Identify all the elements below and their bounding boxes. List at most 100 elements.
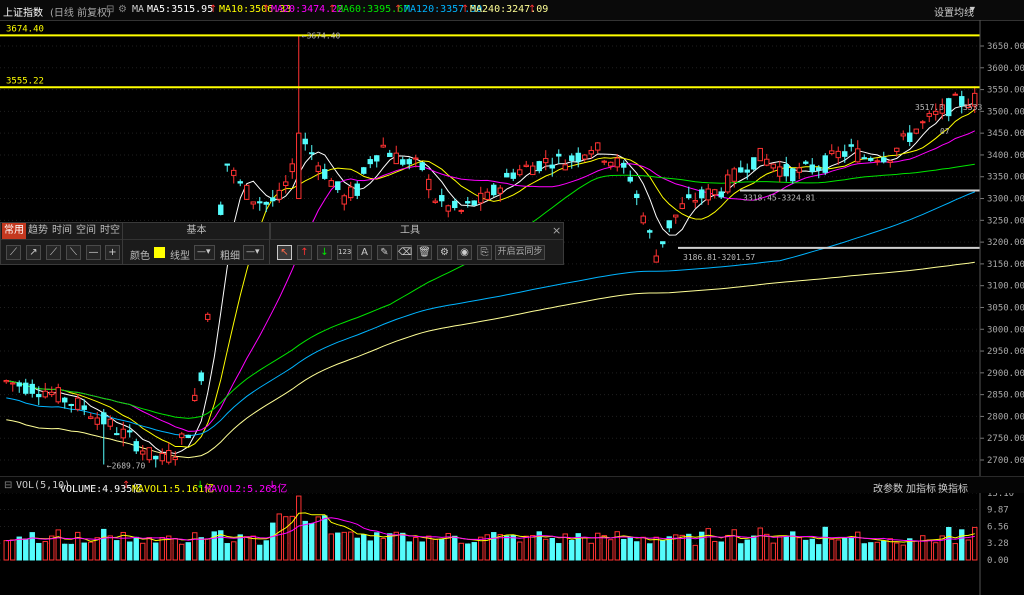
tab-common[interactable]: 常用 [2, 223, 26, 239]
volume-bar-down [738, 543, 744, 561]
settings-icon[interactable]: ⚙ [437, 245, 452, 260]
tab-time[interactable]: 时间 [50, 223, 74, 239]
cursor-icon[interactable]: ↖ [277, 245, 292, 260]
volume-bar-up [530, 534, 536, 561]
sync-doc-icon[interactable]: ⎘ [477, 245, 492, 260]
volume-bar-up [244, 536, 250, 561]
volume-bar-up [179, 543, 185, 561]
lock-icon[interactable]: ⊟ [4, 480, 12, 491]
volume-bar-down [101, 528, 107, 561]
eraser-icon[interactable]: ⌫ [397, 245, 412, 260]
volume-bar-up [894, 542, 900, 561]
candle-down [263, 201, 269, 205]
thickness-select[interactable]: —▾ [243, 245, 264, 260]
number-label-icon[interactable]: 123 [337, 245, 352, 260]
ray-line-icon[interactable]: ↗ [26, 245, 41, 260]
straight-line-icon[interactable]: ⟋ [46, 245, 61, 260]
candle-down [367, 159, 373, 165]
add-indicator-button[interactable]: 加指标 [906, 480, 936, 495]
candle-up [595, 142, 601, 151]
candle-down [868, 157, 874, 161]
volume-bar-up [94, 537, 100, 561]
candle-up [614, 157, 620, 168]
switch-indicator-button[interactable]: 换指标 [938, 480, 968, 495]
volume-bar-down [387, 533, 393, 561]
volume-bar-up [523, 535, 529, 561]
candle-up [894, 147, 900, 152]
trash-icon[interactable]: 🗑 [417, 245, 432, 260]
volume-bar-down [439, 538, 445, 561]
candle-up [679, 203, 685, 209]
candle-up [3, 379, 9, 383]
up-arrow-mark-icon[interactable]: ↑ [297, 245, 312, 260]
diagonal-line-icon[interactable]: ⟍ [66, 245, 81, 260]
candle-down [660, 241, 666, 245]
candle-down [270, 197, 276, 202]
candle-up [244, 184, 250, 200]
volume-bar-down [68, 543, 74, 561]
down-arrow-mark-icon[interactable]: ↓ [317, 245, 332, 260]
horizontal-line-icon[interactable]: — [86, 245, 101, 260]
eye-icon[interactable]: ◉ [457, 245, 472, 260]
volume-bar-down [263, 540, 269, 561]
volume-bar-down [504, 535, 510, 561]
volume-bar-down [718, 541, 724, 561]
color-swatch[interactable] [154, 247, 165, 258]
change-params-button[interactable]: 改参数 [873, 480, 903, 495]
volume-bar-down [309, 522, 315, 561]
volume-bar-up [250, 535, 256, 561]
volume-bar-up [458, 542, 464, 561]
tab-trend[interactable]: 趋势 [26, 223, 50, 239]
linetype-select[interactable]: —▾ [194, 245, 215, 260]
candle-up [757, 147, 763, 162]
text-icon[interactable]: A [357, 245, 372, 260]
volume-bar-down [36, 542, 42, 561]
volume-bar-down [465, 543, 471, 561]
pencil-icon[interactable]: ✎ [377, 245, 392, 260]
candle-down [101, 412, 107, 425]
volume-bar-down [62, 543, 68, 561]
candle-down [406, 159, 412, 165]
candle-up [926, 113, 932, 117]
candle-up [166, 450, 172, 463]
candle-down [881, 157, 887, 163]
volume-axis-label: 0.00 [987, 556, 1009, 566]
cross-line-icon[interactable]: + [105, 245, 120, 260]
price-axis-label: 2950.00 [987, 347, 1024, 357]
volume-bar-up [731, 529, 737, 561]
close-icon[interactable]: × [552, 224, 561, 237]
tab-spacetime[interactable]: 时空 [98, 223, 122, 239]
volume-bar-down [335, 532, 341, 561]
candle-up [952, 93, 958, 96]
candle-up [192, 394, 198, 402]
volume-bar-up [874, 541, 880, 561]
kline-chart[interactable]: 3674.40 3555.22 ←3674.40 ←2689.70 3186.81-32… [0, 0, 1024, 595]
volume-bar-down [237, 534, 243, 561]
candle-up [764, 158, 770, 166]
candle-down [751, 157, 757, 170]
candle-up [348, 186, 354, 199]
candle-down [68, 403, 74, 406]
divider [1, 239, 563, 240]
cloud-sync-button[interactable]: 开启云同步 [495, 245, 545, 260]
volume-bar-up [315, 516, 321, 561]
candle-down [790, 168, 796, 182]
tab-space[interactable]: 空间 [74, 223, 98, 239]
volume-bar-up [517, 541, 523, 561]
candle-down [439, 195, 445, 202]
candle-down [634, 193, 640, 199]
volume-bar-up [192, 532, 198, 561]
candle-up [777, 166, 783, 177]
volume-bar-down [848, 537, 854, 561]
segment-line-icon[interactable]: ⟋ [6, 245, 21, 260]
candle-down [335, 181, 341, 191]
volume-bar-up [328, 533, 334, 561]
volume-bar-up [3, 540, 9, 561]
candle-up [328, 180, 334, 187]
volume-bar-down [354, 537, 360, 561]
candle-down [686, 194, 692, 199]
candle-down [907, 132, 913, 143]
volume-bar-up [296, 495, 302, 561]
volume-bar-up [348, 531, 354, 561]
candle-up [900, 133, 906, 137]
